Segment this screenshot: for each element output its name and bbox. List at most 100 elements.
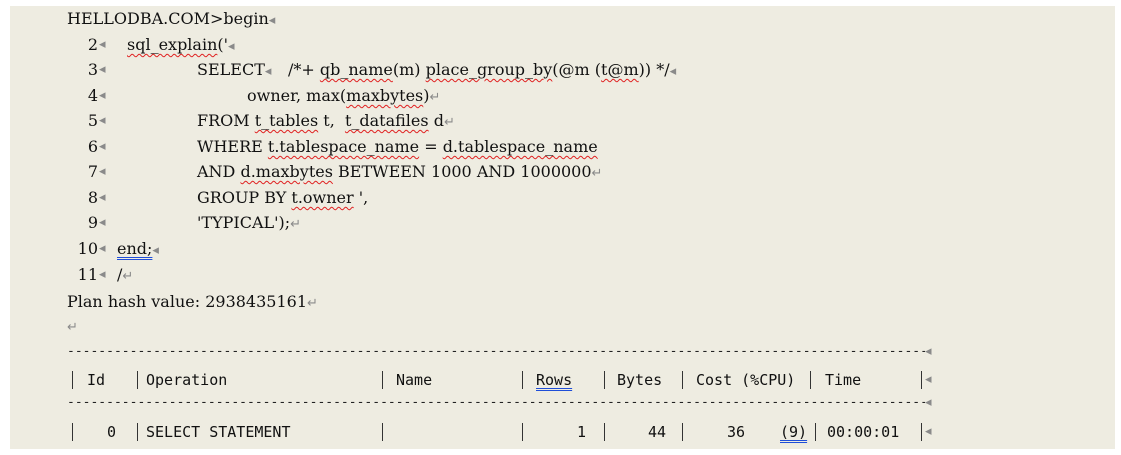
code-line-3: SELECT◂	[197, 60, 271, 82]
column-divider	[682, 423, 683, 441]
code-text: /*+	[288, 60, 320, 79]
row0-rows: 1	[577, 423, 587, 441]
cell-end-mark: ◂	[669, 64, 677, 79]
hint-place-group-by: place_group_by	[425, 60, 553, 79]
hint-tm: t@m	[601, 60, 639, 79]
row0-time: 00:00:01	[827, 423, 900, 441]
header-operation: Operation	[146, 371, 228, 389]
cell-end-mark: ◂	[99, 190, 106, 205]
cell-end-mark: ◂	[99, 267, 106, 282]
plan-hash-value: Plan hash value: 2938435161	[67, 292, 307, 311]
table-t-datafiles: t_datafiles	[344, 111, 429, 130]
cell-end-mark: ◂	[99, 241, 106, 256]
header-bytes: Bytes	[617, 371, 663, 389]
code-line-3-hint: /*+ qb_name(m) place_group_by(@m (t@m)) …	[288, 60, 676, 82]
cell-end-mark: ◂	[152, 243, 159, 258]
line-number: 2	[87, 35, 98, 54]
column-divider	[522, 371, 523, 389]
code-line-2: sql_explain('◂	[127, 35, 235, 57]
column-divider	[137, 423, 138, 441]
table-separator-top: ----------------------------------------…	[67, 344, 925, 359]
cell-end-mark: ◂	[925, 395, 932, 410]
keyword: GROUP BY	[197, 188, 292, 207]
plan-hash-line: Plan hash value: 2938435161↵	[67, 292, 318, 314]
column-divider	[810, 371, 811, 389]
header-id: Id	[87, 371, 106, 389]
code-text: ',	[353, 188, 369, 207]
keyword-end: end;	[117, 239, 153, 258]
cell-end-mark: ◂	[925, 424, 932, 439]
cell-end-mark: ◂	[228, 39, 235, 54]
line-number: 11	[77, 265, 98, 284]
code-line-6: WHERE t.tablespace_name = d.tablespace_n…	[197, 137, 598, 157]
cell-end-mark: ◂	[99, 215, 106, 230]
row0-cost: 36	[727, 423, 746, 441]
paragraph-mark: ↵	[122, 269, 134, 284]
line-number: 3	[87, 60, 98, 79]
cell-end-mark: ◂	[99, 164, 106, 179]
code-text: owner, max(	[247, 86, 347, 105]
header-time: Time	[825, 371, 862, 389]
header-cost: Cost (%CPU)	[696, 371, 796, 389]
column-divider	[382, 423, 383, 441]
code-text: (m)	[392, 60, 426, 79]
column-divider	[522, 423, 523, 441]
line-number: 9	[87, 213, 98, 232]
cell-end-mark: ◂	[99, 88, 106, 103]
hint-qb-name: qb_name	[319, 60, 393, 79]
paragraph-mark: ↵	[290, 217, 302, 232]
cell-end-mark: ◂	[268, 13, 276, 28]
column-divider	[72, 371, 73, 389]
cell-end-mark: ◂	[99, 139, 106, 154]
column-maxbytes: maxbytes	[346, 86, 424, 105]
column-divider	[137, 371, 138, 389]
column-divider	[72, 423, 73, 441]
cell-end-mark: ◂	[925, 372, 932, 387]
column-d-maxbytes: d.maxbytes	[240, 162, 333, 181]
code-text: t,	[318, 111, 345, 130]
paragraph-mark: ↵	[307, 296, 318, 311]
keyword: FROM	[197, 111, 255, 130]
column-divider	[682, 371, 683, 389]
row0-cpu: (9)	[780, 423, 808, 441]
prompt-text: HELLODBA.COM>begin	[67, 9, 269, 28]
cell-end-mark: ◂	[99, 113, 106, 128]
line-number: 4	[87, 86, 98, 105]
line-number: 7	[87, 162, 98, 181]
cell-end-mark: ◂	[99, 62, 106, 77]
paragraph-mark: ↵	[443, 115, 455, 130]
table-separator-mid: ----------------------------------------…	[67, 395, 925, 410]
code-line-10: end;◂	[117, 239, 159, 261]
code-line-11: /↵	[117, 265, 133, 287]
cell-end-mark: ◂	[925, 344, 932, 359]
column-divider	[921, 371, 922, 389]
line-number: 5	[87, 111, 98, 130]
header-name: Name	[396, 371, 433, 389]
paragraph-mark: ↵	[429, 90, 441, 105]
function-name: sql_explain	[127, 35, 218, 54]
code-text: d	[428, 111, 444, 130]
column-t-owner: t.owner	[291, 188, 354, 207]
code-text: ('	[217, 35, 229, 54]
row0-operation: SELECT STATEMENT	[146, 423, 291, 441]
paragraph-mark: ↵	[67, 320, 78, 335]
row0-id: 0	[107, 423, 117, 441]
keyword: AND	[197, 162, 241, 181]
cell-end-mark: ◂	[264, 64, 272, 79]
code-line-7: AND d.maxbytes BETWEEN 1000 AND 1000000↵	[197, 162, 602, 184]
column-t-tablespace: t.tablespace_name	[267, 137, 420, 156]
code-line-8: GROUP BY t.owner ',	[197, 188, 368, 208]
column-d-tablespace: d.tablespace_name	[442, 137, 598, 156]
code-text: 'TYPICAL');	[197, 213, 291, 232]
code-line-4: owner, max(maxbytes)↵	[247, 86, 440, 108]
code-text: BETWEEN 1000 AND 1000000	[332, 162, 592, 181]
column-divider	[382, 371, 383, 389]
code-line-5: FROM t_tables t, t_datafiles d↵	[197, 111, 455, 133]
column-divider	[921, 423, 922, 441]
line-number: 8	[87, 188, 98, 207]
code-text: )) */	[638, 60, 670, 79]
document-page: HELLODBA.COM>begin◂ 2 3 4 5 6 7 8 9 10 1…	[10, 6, 1115, 449]
keyword: WHERE	[197, 137, 268, 156]
column-divider	[604, 423, 605, 441]
column-divider	[604, 371, 605, 389]
